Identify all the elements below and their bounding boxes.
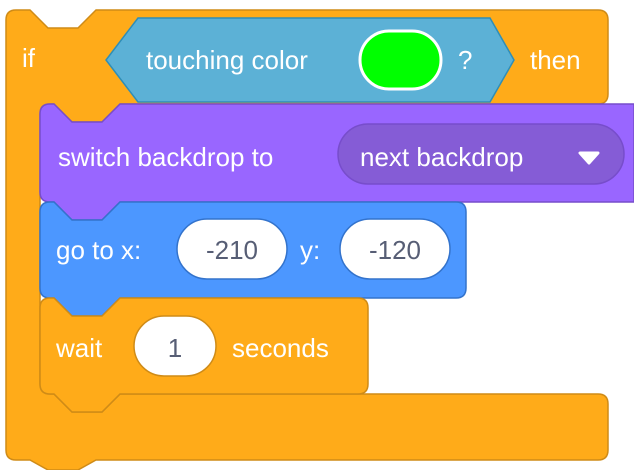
- y-label: y:: [300, 235, 320, 265]
- x-value: -210: [206, 235, 258, 265]
- wait-value: 1: [168, 333, 182, 363]
- y-value: -120: [369, 235, 421, 265]
- if-label: if: [22, 43, 36, 73]
- question-mark-label: ?: [458, 45, 472, 75]
- backdrop-menu-value: next backdrop: [360, 142, 523, 172]
- then-label: then: [530, 45, 581, 75]
- color-swatch[interactable]: [358, 29, 443, 91]
- switch-backdrop-label: switch backdrop to: [58, 142, 273, 172]
- script-canvas: if touching color ? then switch backdrop…: [5, 9, 634, 470]
- go-to-x-label: go to x:: [56, 235, 141, 265]
- seconds-label: seconds: [232, 333, 329, 363]
- wait-label: wait: [55, 333, 103, 363]
- touching-color-label: touching color: [146, 45, 308, 75]
